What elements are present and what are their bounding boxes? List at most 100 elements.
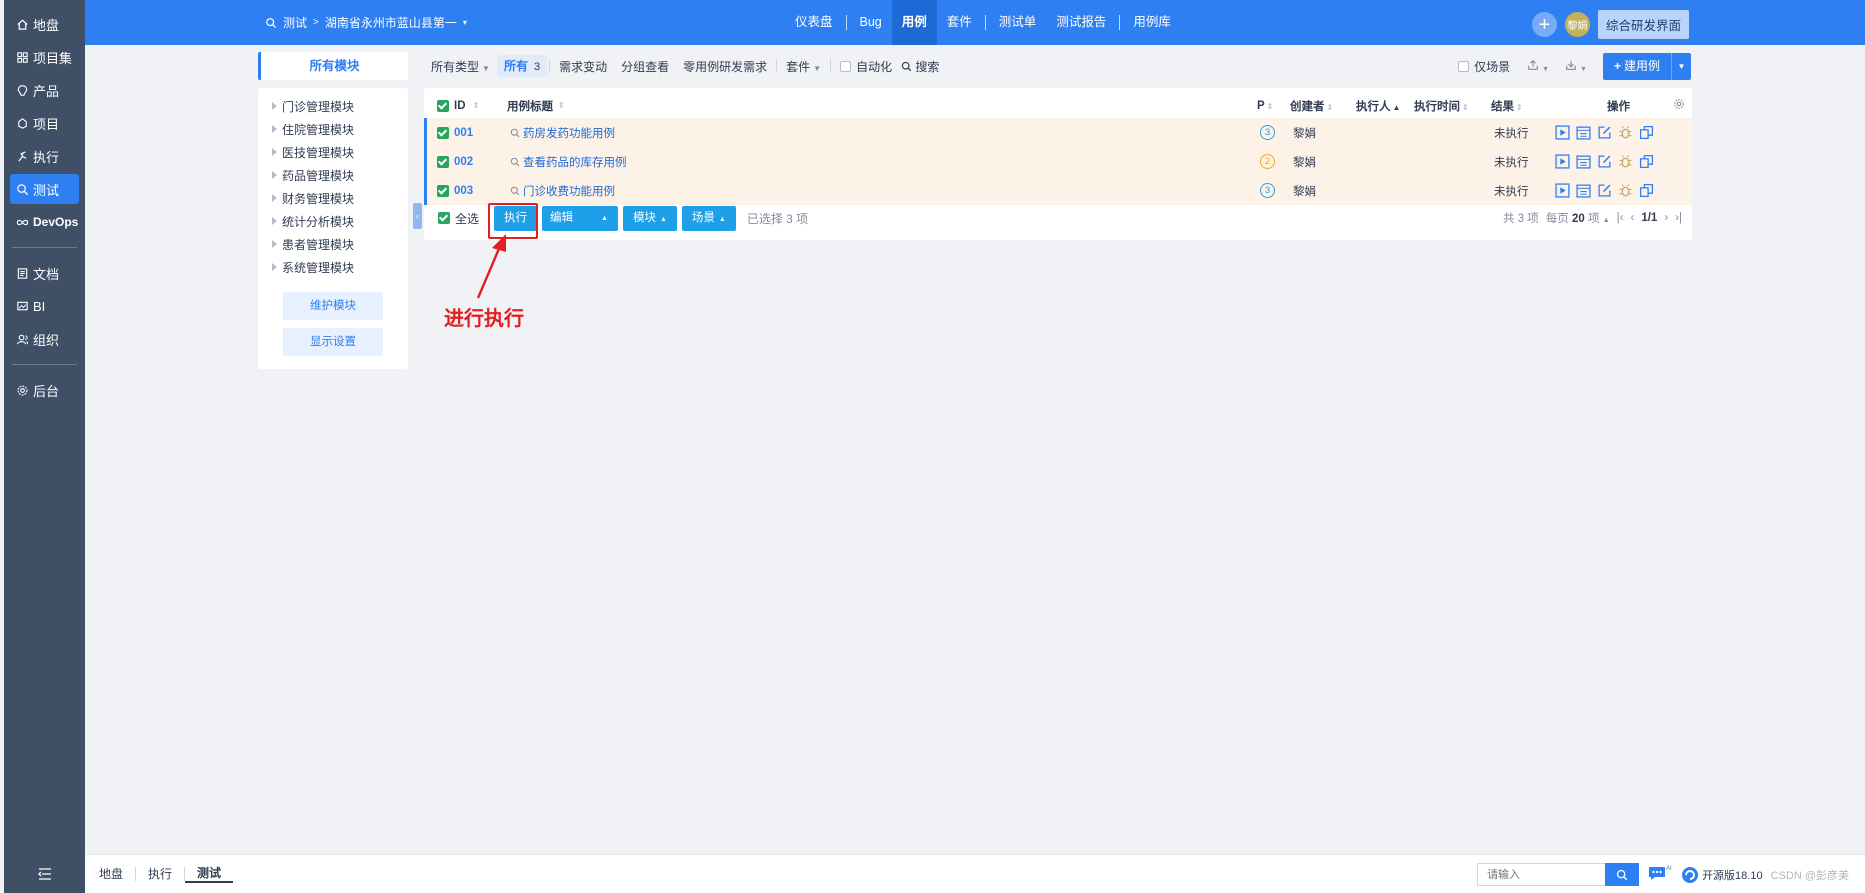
nav-dashboard[interactable]: 仪表盘 <box>785 0 843 45</box>
tree-item[interactable]: 财务管理模块 <box>258 188 408 211</box>
sidebar-item-admin[interactable]: 后台 <box>10 375 79 405</box>
import-dropdown[interactable]: ▼ <box>1559 59 1593 74</box>
filter-zero-case[interactable]: 零用例研发需求 <box>676 58 774 75</box>
nav-testreport[interactable]: 测试报告 <box>1046 0 1116 45</box>
results-icon[interactable] <box>1576 125 1591 140</box>
copy-icon[interactable] <box>1639 154 1654 169</box>
version-info[interactable]: 开源版18.10 <box>1681 866 1763 884</box>
export-dropdown[interactable]: ▼ <box>1521 59 1555 74</box>
sidebar-item-dashboard[interactable]: 地盘 <box>10 9 79 39</box>
edit-icon[interactable] <box>1597 125 1612 140</box>
new-case-main[interactable]: + 建用例 <box>1603 53 1671 80</box>
copy-icon[interactable] <box>1639 125 1654 140</box>
sidebar-item-project[interactable]: 项目 <box>10 108 79 138</box>
footer-search-button[interactable] <box>1605 863 1640 886</box>
collapse-menu-icon[interactable] <box>38 868 52 883</box>
per-page-selector[interactable]: 每页 20 项 ▲ <box>1546 210 1610 226</box>
nav-case[interactable]: 用例 <box>891 0 937 45</box>
breadcrumb-app[interactable]: 测试 <box>283 14 307 31</box>
ai-chat-icon[interactable]: AI <box>1647 864 1673 885</box>
suite-dropdown[interactable]: 套件 ▼ <box>779 58 828 75</box>
header-creator[interactable]: 创建者 ⇕ <box>1290 98 1333 114</box>
footer-search-input[interactable] <box>1477 863 1606 886</box>
table-row[interactable]: 002 查看药品的库存用例 2 黎娟 未执行 <box>424 147 1692 176</box>
bug-icon[interactable] <box>1618 125 1633 140</box>
row-id-value[interactable]: 001 <box>454 127 473 139</box>
next-page-icon[interactable]: › <box>1664 212 1668 224</box>
nav-suite[interactable]: 套件 <box>937 0 982 45</box>
select-all-checkbox[interactable]: 全选 <box>438 210 479 227</box>
edit-icon[interactable] <box>1597 154 1612 169</box>
display-settings-button[interactable]: 显示设置 <box>283 328 383 356</box>
footer-crumb-dashboard[interactable]: 地盘 <box>87 867 137 881</box>
sidebar-item-test[interactable]: 测试 <box>10 174 79 204</box>
sidebar-item-bi[interactable]: BI <box>10 291 79 321</box>
row-title[interactable]: 药房发药功能用例 <box>510 125 615 141</box>
auto-checkbox[interactable]: 自动化 <box>833 58 899 75</box>
table-row[interactable]: 001 药房发药功能用例 3 黎娟 未执行 <box>424 118 1692 147</box>
row-title[interactable]: 门诊收费功能用例 <box>510 183 615 199</box>
new-case-button[interactable]: + 建用例 ▼ <box>1602 52 1691 80</box>
run-case-icon[interactable] <box>1555 154 1570 169</box>
filter-req-change[interactable]: 需求变动 <box>552 58 614 75</box>
batch-execute-button[interactable]: 执行 <box>494 205 537 231</box>
row-title[interactable]: 查看药品的库存用例 <box>510 154 627 170</box>
copy-icon[interactable] <box>1639 183 1654 198</box>
sidebar-item-devops[interactable]: DevOps <box>10 207 79 237</box>
product-switcher[interactable]: 湖南省永州市蓝山县第一人 <box>325 14 457 31</box>
maintain-module-button[interactable]: 维护模块 <box>283 292 383 320</box>
gear-icon[interactable] <box>1673 98 1685 113</box>
table-row[interactable]: 003 门诊收费功能用例 3 黎娟 未执行 <box>424 176 1692 205</box>
checkbox-checked-icon[interactable] <box>437 126 449 139</box>
search-toggle[interactable]: 搜索 <box>899 58 946 75</box>
nav-bug[interactable]: Bug <box>850 0 892 45</box>
checkbox-checked-icon[interactable] <box>437 155 449 168</box>
batch-module-button[interactable]: 模块 ▲ <box>622 205 677 231</box>
tree-item[interactable]: 患者管理模块 <box>258 234 408 257</box>
type-filter-dropdown[interactable]: 所有类型 ▼ <box>424 58 497 75</box>
sidebar-item-org[interactable]: 组织 <box>10 324 79 354</box>
checkbox-checked-icon[interactable] <box>437 99 449 112</box>
last-page-icon[interactable]: ›| <box>1675 212 1682 224</box>
sidebar-item-product[interactable]: 产品 <box>10 75 79 105</box>
nav-caselib[interactable]: 用例库 <box>1123 0 1181 45</box>
rd-interface-button[interactable]: 综合研发界面 <box>1597 10 1689 39</box>
batch-edit-button[interactable]: 编辑 ▲ <box>542 205 618 231</box>
header-result[interactable]: 结果 ⇕ <box>1491 98 1523 114</box>
sidebar-item-execution[interactable]: 执行 <box>10 141 79 171</box>
header-id[interactable]: ID ⇕ <box>437 99 479 112</box>
caret-up-icon[interactable]: ▲ <box>601 206 608 231</box>
first-page-icon[interactable]: |‹ <box>1617 212 1624 224</box>
row-id-value[interactable]: 002 <box>454 156 473 168</box>
header-priority[interactable]: P ⇕ <box>1257 100 1273 112</box>
sidebar-item-program[interactable]: 项目集 <box>10 42 79 72</box>
edit-icon[interactable] <box>1597 183 1612 198</box>
all-modules-tab[interactable]: 所有模块 <box>258 52 408 80</box>
run-case-icon[interactable] <box>1555 183 1570 198</box>
run-case-icon[interactable] <box>1555 125 1570 140</box>
header-executor[interactable]: 执行人 ▲ <box>1356 98 1400 114</box>
checkbox-checked-icon[interactable] <box>437 184 449 197</box>
scene-only-checkbox[interactable]: 仅场景 <box>1451 58 1517 75</box>
filter-group-view[interactable]: 分组查看 <box>614 58 676 75</box>
bug-icon[interactable] <box>1618 154 1633 169</box>
sidebar-item-doc[interactable]: 文档 <box>10 258 79 288</box>
header-exec-time[interactable]: 执行时间 ⇕ <box>1414 98 1469 114</box>
footer-crumb-execution[interactable]: 执行 <box>136 867 186 881</box>
tree-item[interactable]: 统计分析模块 <box>258 211 408 234</box>
tree-item[interactable]: 系统管理模块 <box>258 257 408 280</box>
collapse-panel-handle[interactable]: ‹ <box>413 203 422 229</box>
batch-scene-button[interactable]: 场景 ▲ <box>681 205 736 231</box>
filter-all-tab[interactable]: 所有 3 <box>496 55 548 77</box>
nav-testtask[interactable]: 测试单 <box>989 0 1047 45</box>
bug-icon[interactable] <box>1618 183 1633 198</box>
quick-create-button[interactable]: + <box>1531 12 1557 37</box>
results-icon[interactable] <box>1576 183 1591 198</box>
results-icon[interactable] <box>1576 154 1591 169</box>
header-title[interactable]: 用例标题 ⇕ <box>507 98 565 114</box>
tree-item[interactable]: 医技管理模块 <box>258 142 408 165</box>
footer-crumb-test[interactable]: 测试 <box>185 866 234 883</box>
row-id-value[interactable]: 003 <box>454 185 473 197</box>
tree-item[interactable]: 门诊管理模块 <box>258 96 408 119</box>
avatar[interactable]: 黎娟 <box>1564 12 1590 37</box>
